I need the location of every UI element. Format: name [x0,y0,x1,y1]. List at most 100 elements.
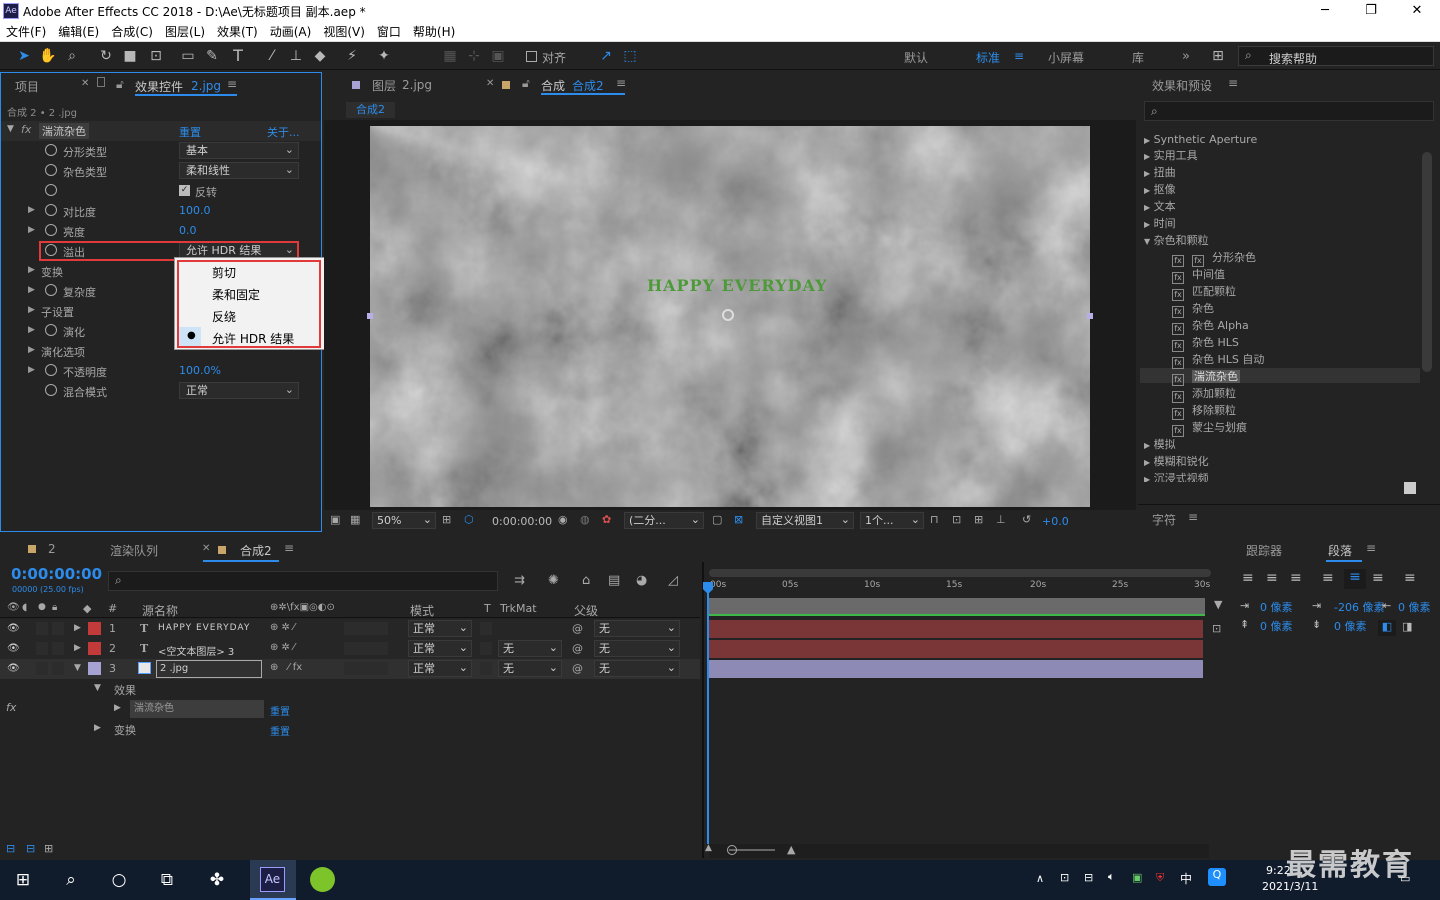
effect-noise-alpha[interactable]: fx 杂色 Alpha [1172,317,1249,335]
rtl-direction-icon[interactable]: ◨ [1402,620,1412,633]
rectangle-tool-icon[interactable]: ▭ [178,46,198,66]
tray-icon-1[interactable]: ⊡ [1060,871,1069,884]
justify-all-icon[interactable]: ≡ [1404,570,1416,586]
tab-composition[interactable]: 合成 [541,77,565,94]
layer-switches-toggle-icon[interactable]: ⊟ [6,842,15,855]
layer-name-edit[interactable]: 2 .jpg [156,660,262,678]
justify-center-icon[interactable]: ≡ [1344,569,1366,589]
toggle-transparency-icon[interactable]: ⊠ [734,513,743,526]
effect-noise-hls-auto[interactable]: fx 杂色 HLS 自动 [1172,351,1264,369]
twirl-closed-icon[interactable]: ▶ [114,703,121,713]
category-simulation[interactable]: ▶ 模拟 [1144,436,1176,453]
work-area-end-icon[interactable]: ▼ [1214,598,1222,611]
audio-switch-icon[interactable]: ◖ [22,602,27,613]
type-tool-icon[interactable]: T [228,46,248,66]
twirl-closed-icon[interactable]: ▶ [28,265,35,275]
lock-box[interactable] [52,662,64,675]
frame-blending-icon[interactable]: ▤ [608,573,620,588]
task-view-icon[interactable]: ⧉ [152,865,182,895]
hand-tool-icon[interactable]: ✋ [38,46,58,66]
green-app-icon[interactable] [310,867,335,892]
twirl-open-icon[interactable]: ▼ [74,663,81,673]
category-immersive-video[interactable]: ▶ 沉浸式视频 [1144,470,1209,482]
effect-noise-hls[interactable]: fx 杂色 HLS [1172,334,1239,352]
comp-canvas[interactable]: HAPPY EVERYDAY [370,126,1090,507]
scrollbar-thumb[interactable] [1422,152,1432,372]
fast-preview-icon[interactable]: ⊡ [952,513,961,526]
effects-group-row[interactable]: ▼ 效果 [0,679,700,699]
justify-left-icon[interactable]: ≡ [1322,570,1334,586]
parent-dropdown[interactable]: 无 ⌄ [594,620,680,637]
workspace-small-screen[interactable]: 小屏幕 [1048,49,1084,66]
close-tab-icon[interactable]: ✕ [486,78,494,89]
close-button[interactable]: ✕ [1394,0,1440,22]
lock-switch-icon[interactable]: 🔒︎ [52,602,57,613]
snap-features-icon[interactable]: ⬚ [620,46,640,66]
character-title[interactable]: 字符 [1152,511,1176,528]
zoom-dropdown[interactable]: 50% ⌄ [372,512,436,529]
parent-header[interactable]: 父级 [574,602,598,619]
twirl-closed-icon[interactable]: ▶ [28,365,35,375]
taskbar-search-icon[interactable]: ⌕ [56,865,86,895]
transform-reset-link[interactable]: 重置 [270,723,290,738]
lock-icon[interactable] [97,77,105,87]
tab-comp-target[interactable]: 合成2 [572,77,604,94]
toggle-pixel-aspect-icon[interactable]: ⊓ [930,513,939,526]
snap-edges-icon[interactable]: ↗ [596,46,616,66]
playhead-icon[interactable] [703,582,713,594]
preserve-transparency-box[interactable] [480,662,492,675]
eye-icon[interactable]: 👁︎ [7,623,20,634]
switch-boxes[interactable] [344,662,388,675]
category-noise-grain[interactable]: ▼ 杂色和颗粒 [1144,232,1209,249]
pick-whip-icon[interactable]: @ [572,662,583,675]
panel-menu-icon[interactable]: ≡ [1366,541,1376,555]
opacity-value[interactable]: 100.0% [179,364,221,377]
in-out-toggle-icon[interactable]: ⊞ [44,842,53,855]
transform-group-row[interactable]: ▶ 变换 重置 [0,719,700,739]
tab-render-queue[interactable]: 渲染队列 [110,542,158,559]
effect-about-link[interactable]: 关于... [267,124,300,140]
layer-bar-1[interactable] [709,620,1203,638]
layer-name[interactable]: <空文本图层> 3 [158,643,234,658]
layer-bar-2[interactable] [709,640,1203,658]
effect-median[interactable]: fx 中间值 [1172,266,1225,284]
stopwatch-icon[interactable] [45,144,57,156]
menu-animation[interactable]: 动画(A) [270,22,312,42]
solo-switch-icon[interactable]: ● [38,602,46,612]
preserve-transparency-box[interactable] [480,622,492,635]
blend-mode-dropdown[interactable]: 正常 ⌄ [408,640,472,657]
invert-checkbox[interactable]: ✓ [179,185,190,196]
solo-box[interactable] [36,622,48,635]
lock-box[interactable] [52,642,64,655]
twirl-open-icon[interactable]: ▼ [7,124,14,134]
menu-layer[interactable]: 图层(L) [165,22,205,42]
tab-effect-target[interactable]: 2.jpg [191,79,221,93]
nvidia-icon[interactable]: ▣ [1132,871,1142,884]
category-time[interactable]: ▶ 时间 [1144,215,1176,232]
menu-composition[interactable]: 合成(C) [111,22,153,42]
layer-switches[interactable]: ⊕ ✲ ⁄ [270,642,295,653]
zoom-tool-icon[interactable]: ⌕ [62,46,82,66]
more-workspaces-icon[interactable]: » [1182,49,1190,64]
indent-right-value[interactable]: 0 像素 [1398,599,1431,615]
tab-comp-2[interactable]: 2 [48,542,56,556]
show-snapshot-icon[interactable]: ◍ [580,513,590,526]
motion-blur-icon[interactable]: ◕ [636,573,647,588]
volume-icon[interactable]: 🔈︎ [1108,870,1115,884]
eye-icon[interactable]: 👁︎ [7,663,20,674]
graph-editor-icon[interactable]: ◿ [668,573,678,588]
zoom-slider-thumb[interactable] [727,845,737,855]
category-keying[interactable]: ▶ 抠像 [1144,181,1176,198]
puppet-tool-icon[interactable]: ✦ [374,46,394,66]
category-text[interactable]: ▶ 文本 [1144,198,1176,215]
panel-menu-icon[interactable]: ≡ [1188,510,1198,524]
menu-view[interactable]: 视图(V) [323,22,365,42]
world-axis-icon[interactable]: ⊹ [464,46,484,66]
twirl-closed-icon[interactable]: ▶ [28,285,35,295]
stopwatch-icon[interactable] [45,184,57,196]
comp-breadcrumb-chip[interactable]: 合成2 [346,102,395,118]
timeline-current-time[interactable]: 0:00:00:00 [11,565,102,583]
ltr-direction-icon[interactable]: ◧ [1378,620,1396,636]
twirl-open-icon[interactable]: ▼ [94,683,101,693]
lock-panel-icon[interactable]: 🔓︎ [116,77,124,92]
